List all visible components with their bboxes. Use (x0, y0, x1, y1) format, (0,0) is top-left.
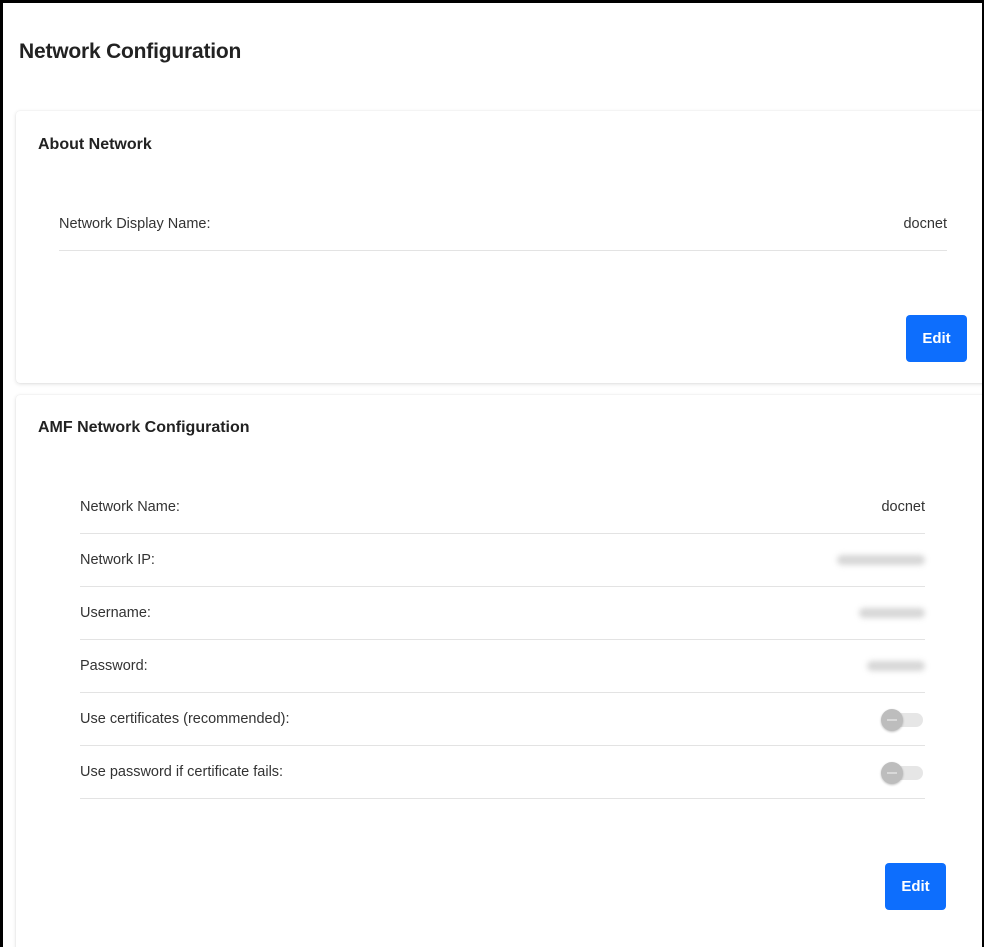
network-ip-row: Network IP: (80, 534, 925, 587)
about-network-card: About Network Network Display Name: docn… (16, 111, 982, 383)
page-title: Network Configuration (19, 40, 242, 63)
network-name-value: docnet (881, 499, 925, 515)
network-ip-value-redacted (837, 555, 925, 565)
amf-network-title: AMF Network Configuration (38, 419, 250, 436)
network-name-label: Network Name: (80, 499, 180, 515)
use-certificates-label: Use certificates (recommended): (80, 711, 290, 727)
network-display-name-value: docnet (903, 216, 947, 232)
username-label: Username: (80, 605, 151, 621)
password-value-redacted (867, 661, 925, 671)
network-display-name-row: Network Display Name: docnet (59, 198, 947, 251)
use-certificates-row: Use certificates (recommended): (80, 693, 925, 746)
about-network-edit-button[interactable]: Edit (906, 315, 967, 362)
use-password-fallback-label: Use password if certificate fails: (80, 764, 284, 780)
page-frame: Network Configuration About Network Netw… (0, 0, 984, 947)
password-row: Password: (80, 640, 925, 693)
toggle-knob (881, 709, 903, 731)
amf-network-card: AMF Network Configuration Network Name: … (16, 395, 982, 947)
amf-network-edit-button[interactable]: Edit (885, 863, 946, 910)
network-ip-label: Network IP: (80, 552, 155, 568)
username-value-redacted (859, 608, 925, 618)
password-label: Password: (80, 658, 148, 674)
toggle-knob (881, 762, 903, 784)
network-name-row: Network Name: docnet (80, 481, 925, 534)
use-password-fallback-toggle[interactable] (881, 762, 925, 784)
network-display-name-label: Network Display Name: (59, 216, 211, 232)
use-certificates-toggle[interactable] (881, 709, 925, 731)
username-row: Username: (80, 587, 925, 640)
about-network-title: About Network (38, 136, 152, 153)
use-password-fallback-row: Use password if certificate fails: (80, 746, 925, 799)
